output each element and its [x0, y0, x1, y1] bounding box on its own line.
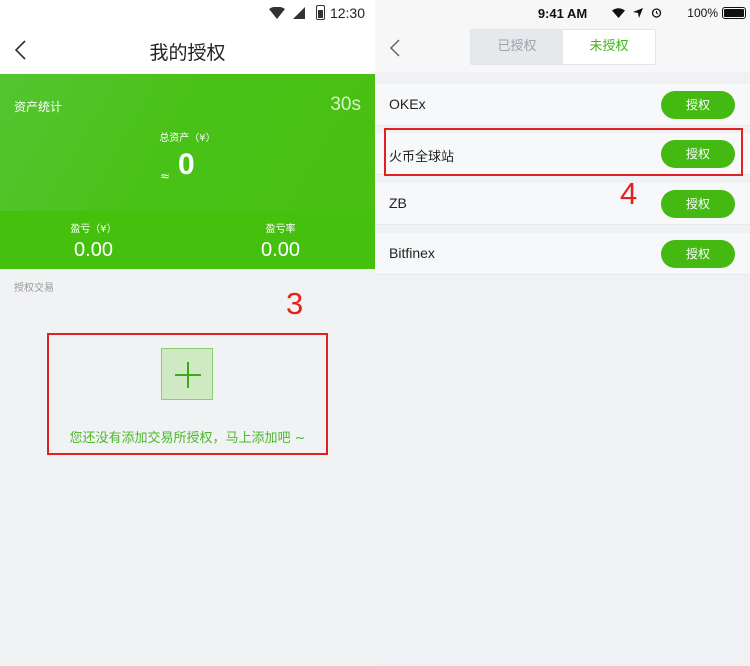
asset-stats-label: 资产统计 [14, 100, 63, 114]
annotation-highlight-box [384, 128, 743, 176]
profit-loss-value: 0.00 [74, 239, 113, 261]
authorize-button[interactable]: 授权 [661, 240, 735, 268]
battery-percentage: 100% [687, 6, 718, 20]
asset-summary-card: 资产统计 30s 总资产（¥） ≈ 0 盈亏（¥） 0.00 盈亏率 0.00 [0, 74, 375, 269]
battery-icon [316, 5, 325, 20]
nav-bar: 已授权 未授权 [375, 26, 750, 72]
cellular-signal-icon [293, 7, 305, 19]
authorize-button[interactable]: 授权 [661, 91, 735, 119]
total-assets-value: 0 [178, 148, 195, 181]
annotation-step-4: 4 [620, 176, 638, 211]
empty-state-message[interactable]: 您还没有添加交易所授权，马上添加吧 ~ [47, 427, 328, 446]
profit-loss-rate-label: 盈亏率 [265, 224, 296, 235]
status-time: 12:30 [329, 5, 365, 21]
tab-authorized[interactable]: 已授权 [471, 30, 563, 64]
add-authorization-button[interactable] [161, 348, 213, 400]
exchange-name: Bitfinex [389, 245, 435, 261]
status-bar: 12:30 [0, 0, 375, 26]
wifi-icon [269, 7, 285, 19]
tab-unauthorized[interactable]: 未授权 [563, 30, 655, 64]
total-assets-label: 总资产（¥） [159, 133, 216, 144]
section-label-authorized-trading: 授权交易 [14, 283, 54, 294]
battery-icon [722, 7, 746, 19]
exchange-row-bitfinex: Bitfinex 授权 [375, 233, 750, 275]
status-bar: 9:41 AM 100% [375, 0, 750, 26]
exchange-name: OKEx [389, 96, 426, 112]
approx-symbol: ≈ [160, 169, 171, 183]
right-screen: 9:41 AM 100% 已授权 未授权 OKEx 授权 火币全球站 授权 ZB… [375, 0, 750, 666]
exchange-row-zb: ZB 授权 [375, 183, 750, 225]
nav-bar: 我的授权 [0, 26, 375, 74]
profit-loss-rate-value: 0.00 [261, 239, 300, 261]
profit-loss-label: 盈亏（¥） [70, 224, 117, 235]
back-arrow-icon[interactable] [387, 36, 405, 60]
page-title: 我的授权 [149, 42, 226, 64]
authorization-segmented-control: 已授权 未授权 [470, 29, 656, 65]
exchange-name: ZB [389, 195, 407, 211]
profit-loss-block: 盈亏（¥） 0.00 [0, 220, 187, 262]
annotation-step-3: 3 [286, 286, 304, 321]
refresh-timer: 30s [330, 94, 361, 115]
authorize-button[interactable]: 授权 [661, 190, 735, 218]
exchange-row-okex: OKEx 授权 [375, 84, 750, 126]
left-screen: 12:30 我的授权 资产统计 30s 总资产（¥） ≈ 0 盈亏（¥） 0.0… [0, 0, 375, 666]
profit-loss-rate-block: 盈亏率 0.00 [187, 220, 374, 262]
